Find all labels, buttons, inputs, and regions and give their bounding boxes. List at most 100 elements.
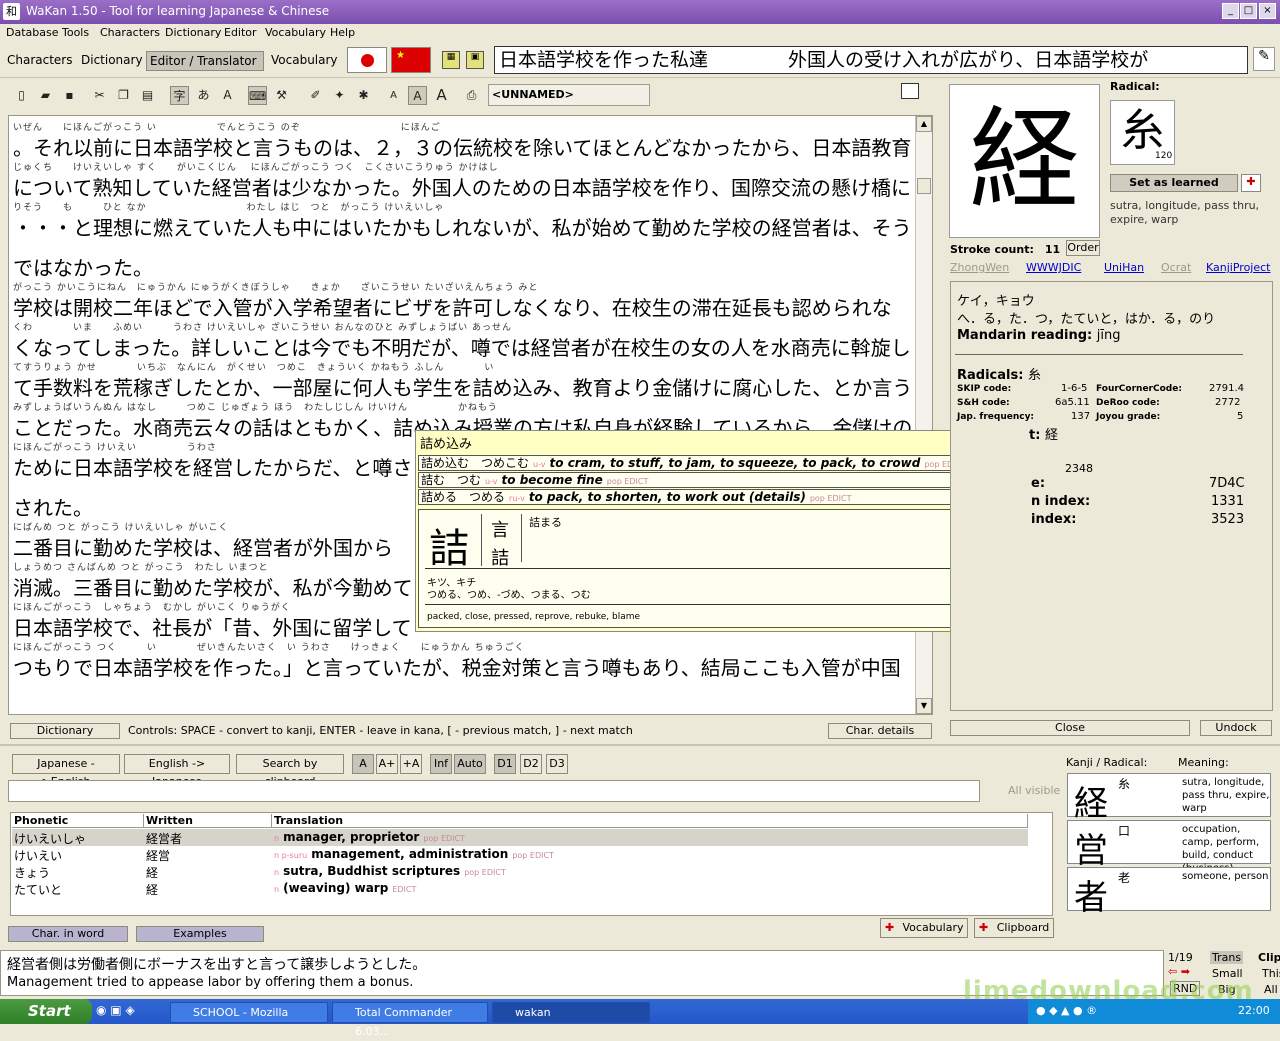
table-row[interactable]: たていと 経 n (weaving) warp EDICT — [12, 880, 1028, 897]
brush-icon[interactable]: ✐ — [306, 86, 325, 105]
open-folder-icon[interactable]: ▰ — [36, 86, 55, 105]
link-kanjiproject[interactable]: KanjiProject — [1206, 261, 1270, 274]
kanji-mode-icon[interactable]: 字 — [170, 86, 189, 105]
font-medium-icon[interactable]: A — [408, 86, 427, 105]
list-meaning: someone, person — [1182, 871, 1269, 882]
dictionary-search-input[interactable] — [8, 780, 980, 802]
menu-help[interactable]: Help — [330, 26, 355, 39]
maximize-button[interactable]: □ — [1240, 3, 1257, 19]
toggle-plus-a[interactable]: +A — [400, 754, 422, 774]
font-small-icon[interactable]: A — [384, 86, 403, 105]
japanese-english-button[interactable]: Japanese ->English — [12, 754, 120, 788]
small-window-icon[interactable] — [901, 83, 919, 99]
pencil-icon[interactable]: ✎ — [1253, 47, 1275, 71]
menu-dictionary[interactable]: Dictionary — [165, 26, 221, 39]
table-row[interactable]: けいえいしゃ 経営者 n manager, proprietor pop EDICT — [12, 829, 1028, 846]
minimize-button[interactable]: _ — [1222, 3, 1239, 19]
tray-icons[interactable]: ● ◆ ▲ ● ® — [1036, 1004, 1097, 1017]
link-wwwjdic[interactable]: WWWJDIC — [1026, 261, 1081, 274]
kana-view-icon[interactable]: ▣ — [466, 51, 484, 69]
kanji-list-item[interactable]: 者老 someone, person — [1067, 867, 1271, 918]
order-button[interactable]: Order — [1066, 240, 1100, 256]
close-button[interactable]: Close — [950, 720, 1190, 736]
column-phonetic[interactable]: Phonetic — [12, 814, 144, 828]
manual-translate-icon[interactable]: ⚒ — [272, 86, 291, 105]
this-toggle[interactable]: This — [1262, 967, 1280, 980]
menu-database[interactable]: Database — [6, 26, 59, 39]
search-clipboard-button[interactable]: Search by clipboard — [236, 754, 344, 788]
add-to-list-icon[interactable]: ✚ — [1241, 174, 1261, 192]
line-text: くなってしまった。詳しいことは今でも不明だが、噂では経営者が在校生の女の人を水商… — [13, 336, 911, 360]
vocabulary-button[interactable]: ✚ Vocabulary — [880, 918, 968, 938]
tab-editor-translator[interactable]: Editor / Translator — [146, 51, 264, 71]
new-file-icon[interactable]: ▯ — [12, 86, 31, 105]
popup-entry[interactable]: 詰め込む つめこむ u-v to cram, to stuff, to jam, t… — [418, 455, 1007, 471]
english-japanese-button[interactable]: English -> Japanese — [124, 754, 230, 788]
editor-line: てすうりょう かせ いちぶ なんにん がくせい つめこ きょういく かねもう ふ… — [13, 360, 913, 400]
kana-mode-icon[interactable]: あ — [194, 86, 213, 105]
set-learned-button[interactable]: Set as learned — [1110, 174, 1238, 192]
toggle-d1[interactable]: D1 — [494, 754, 516, 774]
latin-mode-icon[interactable]: A — [218, 86, 237, 105]
task-total-commander[interactable]: Total Commander 6.03... — [332, 1002, 488, 1038]
save-icon[interactable]: ▪ — [60, 86, 79, 105]
char-details-button[interactable]: Char. details — [828, 723, 932, 739]
toggle-d3[interactable]: D3 — [546, 754, 568, 774]
scroll-down-icon[interactable]: ▼ — [916, 698, 932, 714]
toggle-a[interactable]: A — [352, 754, 374, 774]
examples-button[interactable]: Examples — [136, 926, 264, 942]
trans-toggle[interactable]: Trans — [1210, 951, 1244, 964]
toggle-d2[interactable]: D2 — [520, 754, 542, 774]
undock-button[interactable]: Undock — [1200, 720, 1272, 736]
dictionary-button[interactable]: Dictionary — [10, 723, 120, 739]
scroll-up-icon[interactable]: ▲ — [916, 116, 932, 132]
table-row[interactable]: けいえい 経営 n p-suru management, administration… — [12, 846, 1028, 863]
column-written[interactable]: Written — [144, 814, 272, 828]
japanese-flag-icon[interactable] — [347, 47, 387, 73]
bottom-buttons: Char. in word Examples ✚ Vocabulary ✚ Clip… — [0, 918, 1060, 944]
scroll-thumb[interactable] — [917, 178, 931, 194]
print-icon[interactable]: ⎙ — [462, 86, 481, 105]
auto-translate-icon[interactable]: ⌨ — [248, 86, 267, 105]
popup-entry[interactable]: 詰める つめる ru-v to pack, to shorten, to work … — [418, 489, 1007, 505]
tab-dictionary[interactable]: Dictionary — [78, 51, 146, 71]
menu-characters[interactable]: Characters — [100, 26, 160, 39]
toggle-a-plus[interactable]: A+ — [376, 754, 398, 774]
link-unihan[interactable]: UniHan — [1104, 261, 1144, 274]
popup-entry[interactable]: 詰む つむ u-v to become fine pop EDICT — [418, 472, 1007, 488]
tab-vocabulary[interactable]: Vocabulary — [268, 51, 341, 71]
cell-written: 経営 — [146, 849, 171, 863]
task-wakan[interactable]: wakan — [492, 1002, 650, 1023]
link-zhongwen[interactable]: ZhongWen — [950, 261, 1009, 274]
quick-launch-icons[interactable]: ◉ ▣ ◈ — [96, 1003, 135, 1017]
menu-tools[interactable]: Tools — [62, 26, 89, 39]
clip-toggle[interactable]: Clip — [1258, 951, 1280, 964]
kanji-list-item[interactable]: 営口 occupation, camp, perform, build, cond… — [1067, 820, 1271, 874]
paste-icon[interactable]: ▤ — [138, 86, 157, 105]
copy-icon[interactable]: ❐ — [114, 86, 133, 105]
line-text: て手数料を荒稼ぎしたとか、一部屋に何人も学生を詰め込み、教育より金儲けに腐心した… — [13, 376, 913, 400]
tab-characters[interactable]: Characters — [4, 51, 76, 71]
toggle-inf[interactable]: Inf — [430, 754, 452, 774]
table-row[interactable]: きょう 経 n sutra, Buddhist scriptures pop EDICT — [12, 863, 1028, 880]
entry-pos: u-v — [485, 477, 498, 486]
chinese-flag-icon[interactable]: ★ — [391, 47, 431, 73]
fill-icon[interactable]: ✱ — [354, 86, 373, 105]
column-translation[interactable]: Translation — [272, 814, 1028, 828]
kanji-view-icon[interactable]: ▦ — [442, 51, 460, 69]
menu-vocabulary[interactable]: Vocabulary — [265, 26, 326, 39]
char-in-word-button[interactable]: Char. in word — [8, 926, 128, 942]
all-toggle[interactable]: All — [1264, 983, 1278, 996]
cut-icon[interactable]: ✂ — [90, 86, 109, 105]
font-large-icon[interactable]: A — [432, 86, 451, 105]
start-button[interactable]: Start — [0, 999, 92, 1024]
clipboard-button[interactable]: ✚ Clipboard — [974, 918, 1054, 938]
menu-editor[interactable]: Editor — [224, 26, 257, 39]
kanji-list-item[interactable]: 経糸 sutra, longitude, pass thru, expire, w… — [1067, 773, 1271, 824]
toggle-auto[interactable]: Auto — [454, 754, 486, 774]
cell-translation: n (weaving) warp EDICT — [274, 881, 416, 895]
task-mozilla[interactable]: SCHOOL - Mozilla — [170, 1002, 328, 1023]
close-window-button[interactable]: × — [1259, 3, 1276, 19]
link-ocrat[interactable]: Ocrat — [1161, 261, 1191, 274]
bulb-icon[interactable]: ✦ — [330, 86, 349, 105]
